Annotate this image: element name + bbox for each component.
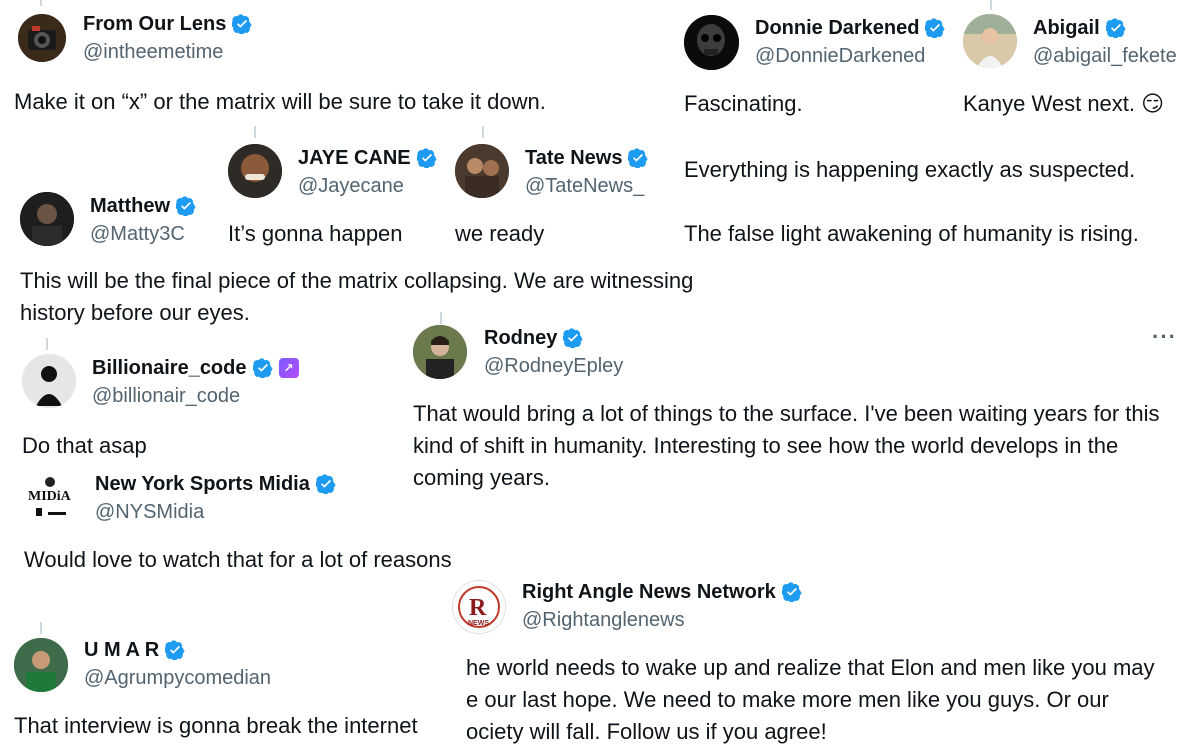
author-handle[interactable]: @DonnieDarkened: [755, 44, 925, 68]
avatar[interactable]: [455, 144, 509, 198]
avatar[interactable]: [20, 192, 74, 246]
author-handle[interactable]: @billionair_code: [92, 384, 240, 408]
author-name[interactable]: U M A R: [84, 638, 185, 662]
author-handle[interactable]: @Jayecane: [298, 174, 404, 198]
avatar[interactable]: [684, 15, 739, 70]
post-text: The false light awakening of humanity is…: [684, 221, 1139, 246]
news-logo-icon: R NEWS: [453, 581, 505, 633]
author-name[interactable]: New York Sports Midia: [95, 472, 336, 496]
post-text: Fascinating.: [684, 91, 803, 116]
post-text: That would bring a lot of things to the …: [413, 401, 1160, 490]
avatar[interactable]: R NEWS: [452, 580, 506, 634]
verified-badge-icon: [165, 640, 185, 660]
verified-badge-icon: [176, 196, 196, 216]
verified-badge-icon: [1105, 18, 1126, 38]
verified-badge-icon: [781, 582, 802, 602]
verified-badge-icon: [252, 358, 273, 378]
post-text: Would love to watch that for a lot of re…: [24, 547, 452, 572]
author-handle[interactable]: @Rightanglenews: [522, 608, 685, 632]
author-handle[interactable]: @Agrumpycomedian: [84, 666, 271, 690]
logo-text: MIDiA: [28, 489, 72, 504]
post-text: Do that asap: [22, 433, 147, 458]
author-name[interactable]: Tate News: [525, 146, 648, 170]
logo-letter: R: [469, 595, 487, 621]
author-handle[interactable]: @intheemetime: [83, 40, 223, 64]
author-name[interactable]: Rodney: [484, 326, 583, 350]
verified-badge-icon: [416, 148, 437, 168]
person-photo-icon: [455, 144, 509, 198]
thread-line: [990, 0, 992, 10]
person-photo-icon: [22, 354, 76, 408]
author-name[interactable]: JAYE CANE: [298, 146, 437, 170]
thread-line: [254, 126, 256, 138]
person-photo-icon: [20, 192, 74, 246]
more-options-icon[interactable]: ···: [1152, 324, 1177, 350]
verified-badge-icon: [315, 474, 336, 494]
avatar[interactable]: [18, 14, 66, 62]
thread-line: [40, 622, 42, 634]
avatar[interactable]: MIDiA: [26, 474, 78, 526]
post-text: That interview is gonna break the intern…: [14, 713, 418, 738]
post-text: Make it on “x” or the matrix will be sur…: [14, 89, 546, 114]
author-handle[interactable]: @TateNews_: [525, 174, 644, 198]
affiliate-badge-icon: ↗: [278, 358, 299, 378]
author-name[interactable]: Matthew: [90, 194, 196, 218]
person-photo-icon: [963, 14, 1017, 68]
logo-subtext: NEWS: [468, 620, 489, 627]
author-name[interactable]: Abigail: [1033, 16, 1126, 40]
post-text: Kanye West next. 😏: [963, 91, 1165, 116]
person-photo-icon: [14, 638, 68, 692]
avatar[interactable]: [413, 325, 467, 379]
person-photo-icon: [228, 144, 282, 198]
author-name[interactable]: From Our Lens: [83, 12, 252, 36]
author-handle[interactable]: @Matty3C: [90, 222, 185, 246]
thread-line: [440, 312, 442, 324]
post-text: he world needs to wake up and realize th…: [466, 655, 1155, 744]
verified-badge-icon: [232, 14, 252, 34]
verified-badge-icon: [563, 328, 583, 348]
post-text: Everything is happening exactly as suspe…: [684, 157, 1136, 182]
thread-line: [40, 0, 42, 6]
author-handle[interactable]: @NYSMidia: [95, 500, 204, 524]
author-name[interactable]: Right Angle News Network: [522, 580, 802, 604]
avatar[interactable]: [963, 14, 1017, 68]
smirk-emoji-icon: 😏: [1141, 91, 1165, 116]
author-handle[interactable]: @RodneyEpley: [484, 354, 623, 378]
person-photo-icon: [413, 325, 467, 379]
author-name[interactable]: Donnie Darkened: [755, 16, 946, 40]
avatar[interactable]: [228, 144, 282, 198]
thread-line: [46, 338, 48, 350]
skull-icon: [684, 15, 739, 70]
camera-icon: [18, 14, 66, 62]
post-text: we ready: [455, 221, 545, 246]
basketball-logo-icon: MIDiA: [26, 474, 78, 526]
verified-badge-icon: [628, 148, 648, 168]
avatar[interactable]: [22, 354, 76, 408]
post-text: This will be the final piece of the matr…: [20, 268, 694, 325]
post-text: It’s gonna happen: [228, 221, 403, 246]
avatar[interactable]: [14, 638, 68, 692]
thread-line: [482, 126, 484, 138]
verified-badge-icon: [925, 18, 946, 38]
author-name[interactable]: Billionaire_code ↗: [92, 356, 299, 380]
author-handle[interactable]: @abigail_fekete: [1033, 44, 1177, 68]
